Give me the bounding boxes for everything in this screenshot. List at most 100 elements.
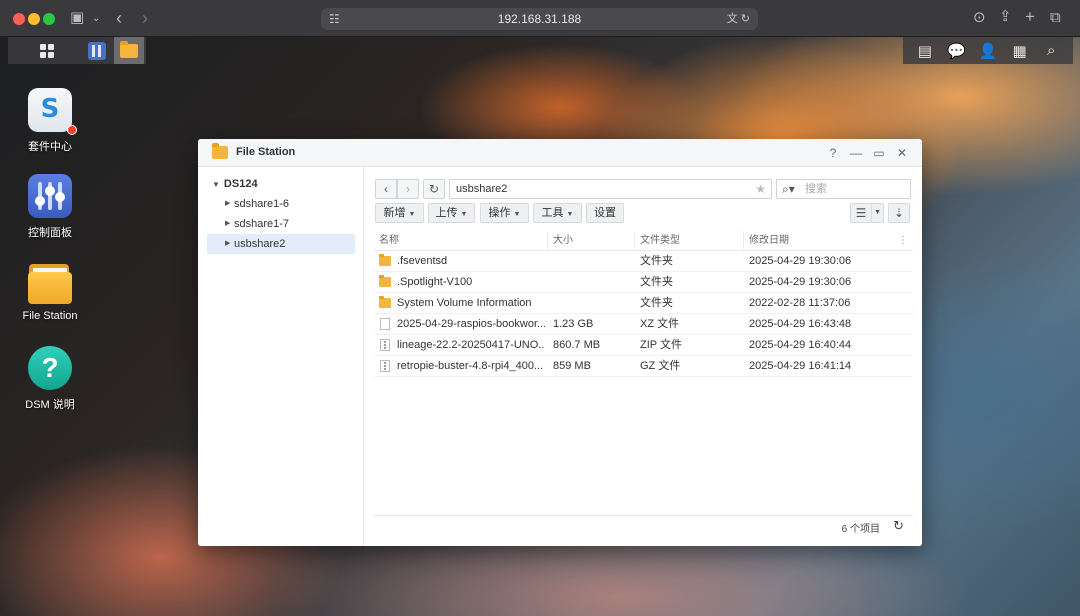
search-placeholder: 搜索 xyxy=(805,183,827,195)
file-modified: 2025-04-29 16:40:44 xyxy=(749,339,852,351)
share-icon[interactable]: ⇪ xyxy=(999,9,1012,25)
back-button[interactable]: ‹ xyxy=(375,179,397,199)
column-menu-icon[interactable]: ⋮ xyxy=(898,231,908,251)
tree-item-label: usbshare2 xyxy=(234,238,286,250)
column-header-size[interactable]: 大小 xyxy=(548,231,635,251)
refresh-button[interactable]: ↻ xyxy=(423,179,445,199)
file-type: XZ 文件 xyxy=(640,318,680,330)
folder-tree: ▼ DS124 ▶ sdshare1-6 ▶ sdshare1-7 ▶ usbshare… xyxy=(198,167,364,546)
tree-item-sdshare1-6[interactable]: ▶ sdshare1-6 xyxy=(207,194,355,214)
widgets-icon[interactable]: ▤ xyxy=(914,42,936,60)
file-size xyxy=(553,251,635,272)
taskbar-file-station[interactable] xyxy=(114,37,144,64)
close-button[interactable]: ✕ xyxy=(893,144,911,162)
user-icon[interactable]: 👤 xyxy=(977,42,999,60)
sidebar-icon[interactable]: ▣ xyxy=(70,10,84,26)
new-button[interactable]: 新增 ▼ xyxy=(375,203,424,223)
file-type: 文件夹 xyxy=(640,255,673,267)
forward-button[interactable]: › xyxy=(397,179,419,199)
file-size: 859 MB xyxy=(553,360,591,372)
path-field[interactable]: usbshare2 ★ xyxy=(449,179,772,199)
forward-icon[interactable]: › xyxy=(142,9,148,27)
archive-file-icon xyxy=(380,360,390,372)
table-row[interactable]: .Spotlight-V100 文件夹 2025-04-29 19:30:06 xyxy=(374,272,912,293)
back-icon[interactable]: ‹ xyxy=(116,9,122,27)
download-icon[interactable]: ⊙ xyxy=(973,10,986,26)
file-size: 1.23 GB xyxy=(553,318,594,330)
tools-button[interactable]: 工具 ▼ xyxy=(533,203,582,223)
tools-button-label: 工具 xyxy=(541,207,564,219)
table-row[interactable]: retropie-buster-4.8-rpi4_400... 859 MB GZ … xyxy=(374,356,912,377)
tree-item-label: sdshare1-7 xyxy=(234,218,290,230)
desktop-icon-file-station[interactable]: File Station xyxy=(10,260,90,322)
search-icon[interactable]: ⌕ xyxy=(1040,42,1062,59)
dsm-taskbar-right: ▤ 💬 👤 ▦ ⌕ xyxy=(903,37,1073,64)
table-row[interactable]: System Volume Information 文件夹 2022-02-28 1… xyxy=(374,293,912,314)
list-view-icon[interactable]: ☰ xyxy=(850,203,872,223)
search-input[interactable]: ⌕▾ 搜索 xyxy=(776,179,911,199)
path-text: usbshare2 xyxy=(456,183,508,195)
grid-icon xyxy=(40,43,54,58)
desktop-icon-dsm-help[interactable]: ? DSM 说明 xyxy=(10,346,90,412)
minimize-window-button[interactable] xyxy=(28,13,40,25)
tree-item-sdshare1-7[interactable]: ▶ sdshare1-7 xyxy=(207,214,355,234)
window-title: File Station xyxy=(236,146,296,158)
column-header-modified[interactable]: 修改日期 xyxy=(744,231,894,251)
table-row[interactable]: 2025-04-29-raspios-bookwor... 1.23 GB XZ 文… xyxy=(374,314,912,335)
file-icon xyxy=(380,318,390,330)
desktop-icon-label: DSM 说明 xyxy=(25,399,75,411)
desktop-icon-control-panel[interactable]: 控制面板 xyxy=(10,174,90,240)
upload-button[interactable]: 上传 ▼ xyxy=(428,203,475,223)
refresh-icon[interactable]: ↻ xyxy=(893,518,904,534)
desktop-widgets-icon[interactable]: ▦ xyxy=(1009,42,1031,60)
address-bar[interactable]: ☷ 192.168.31.188 文 ↻ xyxy=(321,8,758,30)
file-type: 文件夹 xyxy=(640,297,673,309)
action-button[interactable]: 操作 ▼ xyxy=(480,203,529,223)
package-center-icon: S xyxy=(28,88,77,135)
table-row[interactable]: lineage-22.2-20250417-UNO... 860.7 MB ZIP … xyxy=(374,335,912,356)
tree-item-usbshare2[interactable]: ▶ usbshare2 xyxy=(207,234,355,254)
column-header-type[interactable]: 文件类型 xyxy=(635,231,744,251)
caret-right-icon[interactable]: ▶ xyxy=(225,194,230,214)
control-panel-icon xyxy=(88,41,106,60)
sort-icon[interactable]: ⇣ xyxy=(888,203,910,223)
page-settings-icon[interactable]: ☷ xyxy=(329,8,340,30)
desktop-icon-package-center[interactable]: S 套件中心 xyxy=(10,88,90,154)
archive-file-icon xyxy=(380,339,390,351)
dsm-taskbar-left xyxy=(8,37,146,64)
file-modified: 2025-04-29 16:43:48 xyxy=(749,318,852,330)
item-count: 6 个项目 xyxy=(841,524,880,535)
caret-right-icon[interactable]: ▶ xyxy=(225,214,230,234)
tree-root[interactable]: ▼ DS124 xyxy=(212,178,258,190)
zoom-window-button[interactable] xyxy=(43,13,55,25)
new-tab-icon[interactable]: + xyxy=(1025,8,1035,25)
taskbar-control-panel[interactable] xyxy=(82,37,112,64)
tabs-overview-icon[interactable]: ⧉ xyxy=(1050,10,1061,26)
star-icon[interactable]: ★ xyxy=(755,180,766,198)
file-modified: 2025-04-29 16:41:14 xyxy=(749,360,852,372)
notification-icon[interactable]: 💬 xyxy=(945,42,967,60)
search-icon[interactable]: ⌕▾ xyxy=(782,180,795,198)
file-name: .fseventsd xyxy=(397,255,448,267)
view-dropdown-icon[interactable]: ▼ xyxy=(871,203,884,223)
maximize-button[interactable]: ▭ xyxy=(870,144,888,162)
translate-reload-icons[interactable]: 文 ↻ xyxy=(727,8,750,30)
minimize-button[interactable]: — xyxy=(847,144,865,162)
window-titlebar[interactable]: File Station ? — ▭ ✕ xyxy=(198,139,922,167)
caret-down-icon: ▼ xyxy=(408,211,416,218)
caret-right-icon[interactable]: ▶ xyxy=(225,234,230,254)
folder-icon xyxy=(379,254,391,266)
caret-down-icon: ▼ xyxy=(513,211,521,218)
caret-down-icon[interactable]: ▼ xyxy=(212,180,220,189)
help-button[interactable]: ? xyxy=(824,144,842,162)
file-type: 文件夹 xyxy=(640,276,673,288)
upload-button-label: 上传 xyxy=(435,207,458,219)
column-header-name[interactable]: 名称 xyxy=(374,231,548,251)
close-window-button[interactable] xyxy=(13,13,25,25)
settings-button[interactable]: 设置 xyxy=(586,203,624,223)
file-type: GZ 文件 xyxy=(640,360,681,372)
main-menu-button[interactable] xyxy=(32,37,62,64)
chevron-down-icon[interactable]: ⌄ xyxy=(92,11,100,27)
table-row[interactable]: .fseventsd 文件夹 2025-04-29 19:30:06 xyxy=(374,251,912,272)
file-name: System Volume Information xyxy=(397,297,532,309)
